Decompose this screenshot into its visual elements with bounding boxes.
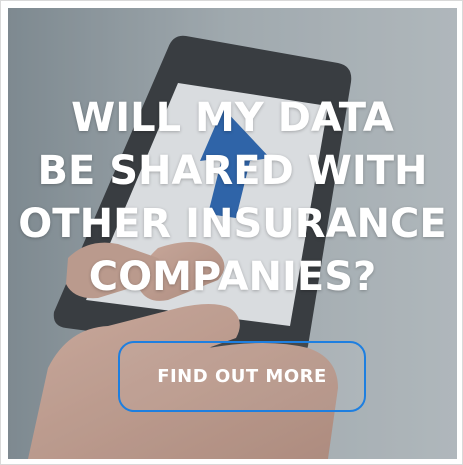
headline-line-2: BE SHARED WITH: [37, 148, 428, 194]
find-out-more-button[interactable]: FIND OUT MORE: [118, 341, 366, 412]
headline-line-3: OTHER INSURANCE: [18, 201, 447, 247]
headline-line-1: WILL MY DATA: [71, 95, 394, 141]
promo-frame: WILL MY DATA BE SHARED WITH OTHER INSURA…: [0, 0, 463, 465]
headline-line-4: COMPANIES?: [88, 254, 377, 300]
find-out-more-label: FIND OUT MORE: [157, 366, 327, 387]
promo-headline: WILL MY DATA BE SHARED WITH OTHER INSURA…: [8, 92, 457, 304]
promo-banner[interactable]: WILL MY DATA BE SHARED WITH OTHER INSURA…: [8, 8, 457, 459]
